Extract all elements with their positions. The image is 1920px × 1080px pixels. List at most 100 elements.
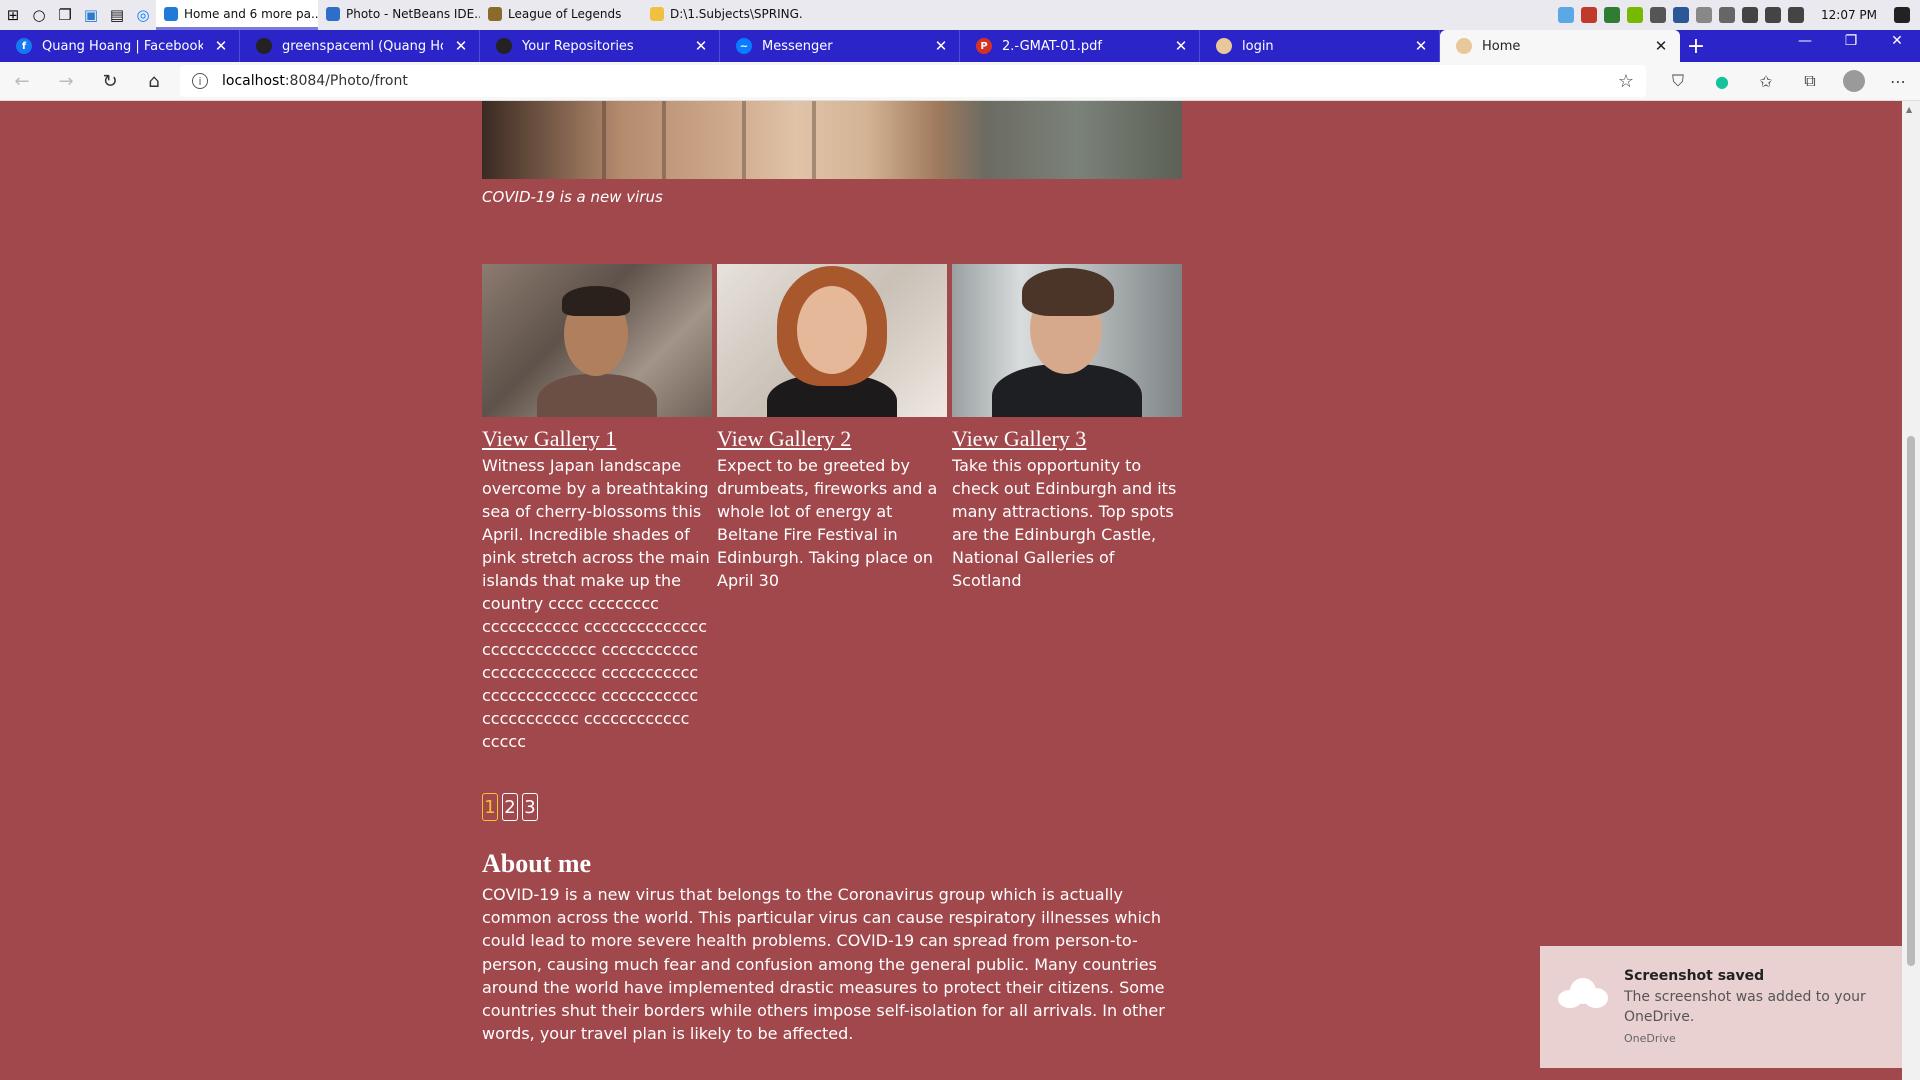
browser-tab[interactable]: ~ Messenger ✕	[720, 30, 960, 62]
taskbar-app-button[interactable]: D:\1.Subjects\SPRING...	[642, 0, 804, 30]
url-text[interactable]: localhost:8084/Photo/front	[222, 73, 1604, 89]
tab-title: Your Repositories	[522, 38, 634, 54]
onedrive-tray-icon[interactable]	[1558, 7, 1574, 23]
browser-tab[interactable]: greenspaceml (Quang Hoang) ✕	[240, 30, 480, 62]
settings-more-icon[interactable]: ⋯	[1876, 62, 1920, 101]
browser-tab[interactable]: P 2.-GMAT-01.pdf ✕	[960, 30, 1200, 62]
windows-start-icon[interactable]: ⊞	[0, 0, 26, 30]
github-icon	[496, 38, 512, 54]
messenger-icon: ~	[736, 38, 752, 54]
view-gallery-1-link[interactable]: View Gallery 1	[482, 426, 712, 452]
browser-tab[interactable]: login ✕	[1200, 30, 1440, 62]
notification-title: Screenshot saved	[1624, 968, 1765, 984]
page-scrollbar[interactable]: ▲	[1902, 101, 1920, 1080]
search-icon[interactable]: ○	[26, 0, 52, 30]
store-icon[interactable]: ▤	[104, 0, 130, 30]
battery-tray-icon[interactable]	[1742, 7, 1758, 23]
notification-center-icon[interactable]	[1894, 7, 1910, 23]
tab-title: Quang Hoang | Facebook	[42, 38, 203, 54]
tab-close-icon[interactable]: ✕	[1413, 37, 1429, 55]
vpn-tray-icon[interactable]	[1650, 7, 1666, 23]
cloud-icon	[1558, 978, 1608, 1008]
home-icon[interactable]: ⌂	[132, 62, 176, 101]
grammarly-extension-icon[interactable]: ●	[1700, 62, 1744, 101]
address-bar[interactable]: i localhost:8084/Photo/front ☆	[180, 65, 1646, 97]
browser-tab[interactable]: Your Repositories ✕	[480, 30, 720, 62]
collections-icon[interactable]: ⧉	[1788, 62, 1832, 101]
about-text: COVID-19 is a new virus that belongs to …	[482, 885, 1165, 1044]
view-gallery-2-link[interactable]: View Gallery 2	[717, 426, 947, 452]
forward-arrow-icon[interactable]: →	[44, 62, 88, 101]
nvidia-tray-icon[interactable]	[1627, 7, 1643, 23]
tab-title: Home	[1482, 38, 1521, 54]
tab-title: Messenger	[762, 38, 833, 54]
taskbar-app-button[interactable]: Photo - NetBeans IDE...	[318, 0, 480, 30]
word-tray-icon[interactable]	[1673, 7, 1689, 23]
sync-tray-icon[interactable]	[1719, 7, 1735, 23]
taskbar-app-label: Home and 6 more pa...	[184, 6, 318, 21]
view-gallery-3-link[interactable]: View Gallery 3	[952, 426, 1182, 452]
page-2-button[interactable]: 2	[502, 793, 518, 821]
page-3-button[interactable]: 3	[522, 793, 538, 821]
tab-close-icon[interactable]: ✕	[1653, 37, 1669, 55]
volume-tray-icon[interactable]	[1788, 7, 1804, 23]
tab-close-icon[interactable]: ✕	[693, 37, 709, 55]
hero-caption: COVID-19 is a new virus	[482, 188, 663, 206]
favorites-icon[interactable]: ✩	[1744, 62, 1788, 101]
minimize-icon[interactable]: —	[1782, 30, 1828, 52]
app-tray-icon[interactable]	[1581, 7, 1597, 23]
window-controls: — ❐ ✕	[1782, 30, 1920, 62]
gallery-description: Expect to be greeted by drumbeats, firew…	[717, 456, 938, 590]
about-heading: About me	[482, 849, 592, 878]
taskbar-app-label: D:\1.Subjects\SPRING...	[670, 6, 804, 21]
task-view-icon[interactable]: ❐	[52, 0, 78, 30]
tab-close-icon[interactable]: ✕	[1173, 37, 1189, 55]
tab-close-icon[interactable]: ✕	[213, 37, 229, 55]
clock[interactable]: 12:07 PM	[1821, 8, 1877, 22]
gallery-card: View Gallery 1 Witness Japan landscape o…	[482, 264, 712, 753]
profile-avatar[interactable]	[1832, 62, 1876, 101]
restore-icon[interactable]: ❐	[1828, 30, 1874, 52]
onedrive-notification[interactable]: Screenshot saved The screenshot was adde…	[1540, 946, 1902, 1068]
notification-message: The screenshot was added to your OneDriv…	[1624, 989, 1866, 1025]
league-icon	[488, 6, 502, 21]
pinned-app-icon[interactable]: ▣	[78, 0, 104, 30]
wifi-tray-icon[interactable]	[1696, 7, 1712, 23]
messenger-icon[interactable]: ◎	[130, 0, 156, 30]
network-tray-icon[interactable]	[1765, 7, 1781, 23]
github-icon	[256, 38, 272, 54]
gallery-card: View Gallery 2 Expect to be greeted by d…	[717, 264, 947, 753]
tab-title: 2.-GMAT-01.pdf	[1002, 38, 1102, 54]
browser-toolbar: ← → ↻ ⌂ i localhost:8084/Photo/front ☆ ⛉…	[0, 62, 1920, 101]
taskbar-app-button[interactable]: Home and 6 more pa...	[156, 0, 318, 30]
browser-tab[interactable]: Home ✕	[1440, 30, 1680, 62]
gallery-thumbnail[interactable]	[482, 264, 712, 417]
tracking-prevention-icon[interactable]: ⛉	[1656, 62, 1700, 101]
page-icon	[1216, 38, 1232, 54]
scroll-up-icon[interactable]: ▲	[1906, 105, 1912, 114]
favorite-star-icon[interactable]: ☆	[1618, 71, 1634, 92]
gallery-thumbnail[interactable]	[952, 264, 1182, 417]
gallery-thumbnail[interactable]	[717, 264, 947, 417]
hero-image	[482, 101, 1182, 179]
tab-title: greenspaceml (Quang Hoang)	[282, 38, 443, 54]
site-info-icon[interactable]: i	[192, 73, 208, 89]
gallery-card: View Gallery 3 Take this opportunity to …	[952, 264, 1182, 753]
page-1-button[interactable]: 1	[482, 793, 498, 821]
shield-tray-icon[interactable]	[1604, 7, 1620, 23]
new-tab-button[interactable]: +	[1680, 30, 1712, 62]
page-viewport: COVID-19 is a new virus View Gallery 1 W…	[0, 101, 1902, 1080]
taskbar-app-button[interactable]: League of Legends	[480, 0, 642, 30]
close-window-icon[interactable]: ✕	[1874, 30, 1920, 52]
tab-close-icon[interactable]: ✕	[933, 37, 949, 55]
edge-icon	[164, 6, 178, 21]
refresh-icon[interactable]: ↻	[88, 62, 132, 101]
page-icon	[1456, 38, 1472, 54]
back-arrow-icon[interactable]: ←	[0, 62, 44, 101]
browser-tab[interactable]: f Quang Hoang | Facebook ✕	[0, 30, 240, 62]
scrollbar-thumb[interactable]	[1907, 436, 1915, 966]
pdf-icon: P	[976, 38, 992, 54]
tab-title: login	[1242, 38, 1274, 54]
gallery-description: Witness Japan landscape overcome by a br…	[482, 456, 710, 751]
tab-close-icon[interactable]: ✕	[453, 37, 469, 55]
